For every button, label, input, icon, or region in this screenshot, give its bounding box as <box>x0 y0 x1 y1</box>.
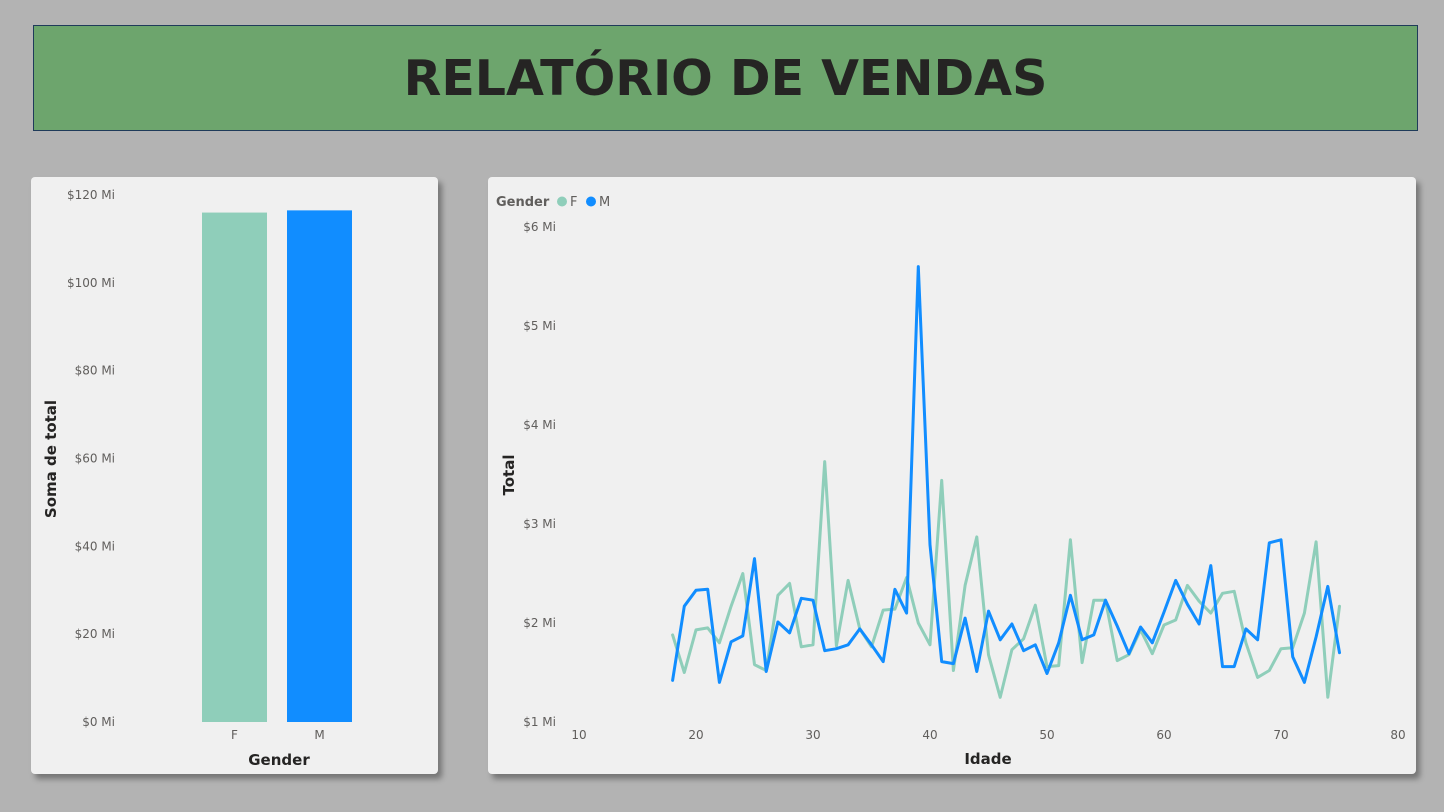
x-axis-title: Idade <box>964 750 1011 768</box>
y-tick-label: $60 Mi <box>75 452 115 466</box>
y-tick-label: $4 Mi <box>523 418 556 432</box>
y-tick-label: $40 Mi <box>75 539 115 553</box>
y-tick-label: $120 Mi <box>67 188 115 202</box>
legend-marker-m <box>586 196 596 207</box>
legend-title: Gender <box>496 195 550 210</box>
x-tick-label: M <box>314 728 324 742</box>
series-line-f[interactable] <box>671 460 1341 699</box>
report-header: RELATÓRIO DE VENDAS <box>33 25 1418 131</box>
page-title: RELATÓRIO DE VENDAS <box>403 49 1048 107</box>
line-chart-card[interactable]: Gender F M $1 Mi $2 Mi $3 Mi $4 Mi $5 Mi $6 M… <box>488 177 1416 774</box>
legend-marker-f <box>557 196 567 207</box>
y-axis-title: Soma de total <box>42 400 60 518</box>
x-tick-label: 60 <box>1156 728 1171 742</box>
x-tick-label: 40 <box>922 728 937 742</box>
y-tick-label: $5 Mi <box>523 319 556 333</box>
x-tick-label: 80 <box>1390 728 1405 742</box>
y-tick-label: $20 Mi <box>75 627 115 641</box>
y-tick-label: $80 Mi <box>75 364 115 378</box>
bar-chart-card[interactable]: $0 Mi $20 Mi $40 Mi $60 Mi $80 Mi $100 Mi $120… <box>31 177 438 774</box>
x-tick-label: F <box>231 728 238 742</box>
x-tick-label: 70 <box>1273 728 1288 742</box>
y-tick-label: $1 Mi <box>523 715 556 729</box>
y-tick-label: $100 Mi <box>67 276 115 290</box>
y-tick-label: $3 Mi <box>523 517 556 531</box>
x-tick-label: 50 <box>1039 728 1054 742</box>
legend[interactable]: Gender F M <box>496 195 610 210</box>
legend-label-m: M <box>599 195 610 210</box>
y-tick-label: $0 Mi <box>82 715 115 729</box>
y-tick-label: $2 Mi <box>523 616 556 630</box>
y-axis-title: Total <box>500 455 518 496</box>
x-tick-label: 10 <box>571 728 586 742</box>
bar-m[interactable] <box>287 210 352 722</box>
legend-label-f: F <box>570 195 577 210</box>
bar-chart: $0 Mi $20 Mi $40 Mi $60 Mi $80 Mi $100 Mi $120… <box>42 188 352 769</box>
x-tick-label: 30 <box>805 728 820 742</box>
bar-f[interactable] <box>202 212 267 723</box>
y-tick-label: $6 Mi <box>523 220 556 234</box>
x-tick-label: 20 <box>688 728 703 742</box>
line-chart: Gender F M $1 Mi $2 Mi $3 Mi $4 Mi $5 Mi $6 M… <box>496 195 1406 768</box>
x-axis-title: Gender <box>248 751 310 769</box>
